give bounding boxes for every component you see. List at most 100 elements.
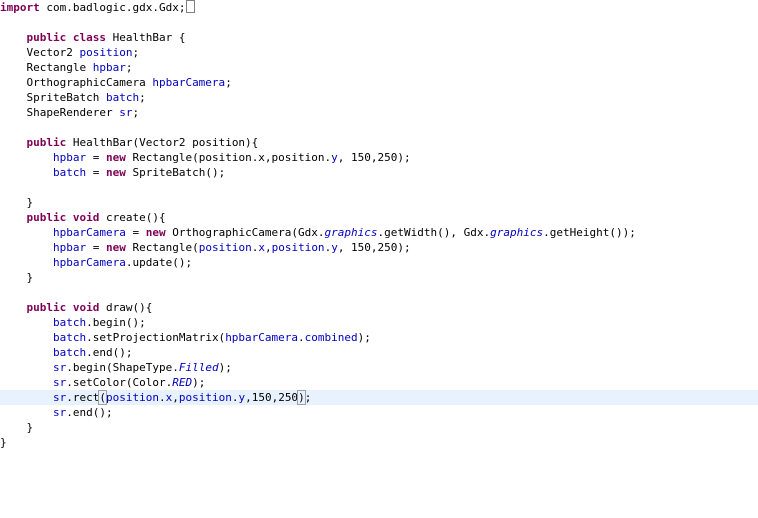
code-text: .setProjectionMatrix( bbox=[86, 331, 226, 344]
code-text: Rectangle( bbox=[125, 241, 199, 254]
code-keyword: public bbox=[26, 136, 67, 149]
code-line[interactable]: Rectangle hpbar; bbox=[0, 60, 758, 75]
code-text: , 150,250); bbox=[337, 151, 411, 164]
code-line[interactable]: hpbar = new Rectangle(position.x,positio… bbox=[0, 150, 758, 165]
code-text: ; bbox=[139, 91, 146, 104]
code-text: .rect bbox=[66, 391, 100, 404]
code-text: } bbox=[0, 196, 34, 209]
code-line[interactable]: public void create(){ bbox=[0, 210, 758, 225]
code-text: ; bbox=[132, 46, 140, 59]
code-line[interactable]: hpbarCamera.update(); bbox=[0, 255, 758, 270]
code-text: ; bbox=[225, 76, 232, 89]
code-text: ; bbox=[304, 391, 312, 404]
code-line[interactable]: public class HealthBar { bbox=[0, 30, 758, 45]
code-line[interactable]: Vector2 position; bbox=[0, 45, 758, 60]
code-line[interactable]: import com.badlogic.gdx.Gdx; bbox=[0, 0, 758, 15]
code-text: ; bbox=[132, 106, 140, 119]
code-keyword: new bbox=[145, 226, 166, 239]
code-field: batch bbox=[52, 331, 87, 344]
code-line[interactable] bbox=[0, 285, 758, 300]
code-text: Vector2 bbox=[0, 46, 80, 59]
code-line[interactable] bbox=[0, 120, 758, 135]
code-line[interactable]: batch.begin(); bbox=[0, 315, 758, 330]
code-line[interactable]: } bbox=[0, 195, 758, 210]
code-line[interactable]: batch.setProjectionMatrix(hpbarCamera.co… bbox=[0, 330, 758, 345]
code-line[interactable]: batch.end(); bbox=[0, 345, 758, 360]
code-text: ); bbox=[192, 376, 206, 389]
code-text: .end(); bbox=[86, 346, 133, 359]
code-text: ShapeRenderer bbox=[0, 106, 120, 119]
code-field: hpbarCamera bbox=[225, 331, 299, 344]
code-text: .getHeight()); bbox=[543, 226, 636, 239]
code-line[interactable]: sr.rect(position.x,position.y,150,250); bbox=[0, 390, 758, 405]
code-text: = bbox=[86, 241, 106, 254]
code-line[interactable]: public HealthBar(Vector2 position){ bbox=[0, 135, 758, 150]
code-line[interactable]: ShapeRenderer sr; bbox=[0, 105, 758, 120]
code-static-field: graphics bbox=[490, 226, 544, 239]
code-field: sr bbox=[52, 406, 67, 419]
code-line[interactable]: OrthographicCamera hpbarCamera; bbox=[0, 75, 758, 90]
code-keyword: void bbox=[72, 211, 100, 224]
code-line[interactable]: batch = new SpriteBatch(); bbox=[0, 165, 758, 180]
code-line[interactable]: sr.begin(ShapeType.Filled); bbox=[0, 360, 758, 375]
code-line[interactable]: } bbox=[0, 435, 758, 450]
code-text: .begin(); bbox=[86, 316, 146, 329]
code-text: } bbox=[0, 271, 34, 284]
code-keyword: void bbox=[72, 301, 100, 314]
code-field: batch bbox=[52, 166, 87, 179]
code-text: .setColor(Color. bbox=[66, 376, 173, 389]
code-text: OrthographicCamera bbox=[0, 76, 153, 89]
code-text: . bbox=[298, 331, 305, 344]
code-text: HealthBar { bbox=[106, 31, 186, 44]
code-line[interactable]: } bbox=[0, 420, 758, 435]
code-text: , bbox=[172, 391, 179, 404]
code-line[interactable]: sr.setColor(Color.RED); bbox=[0, 375, 758, 390]
code-line[interactable]: public void draw(){ bbox=[0, 300, 758, 315]
code-field: position bbox=[79, 46, 133, 59]
code-field: hpbar bbox=[52, 241, 87, 254]
code-line[interactable]: SpriteBatch batch; bbox=[0, 90, 758, 105]
text-cursor bbox=[186, 0, 196, 13]
code-field: y bbox=[331, 241, 338, 254]
code-text: = bbox=[86, 166, 106, 179]
code-field: position bbox=[198, 241, 252, 254]
code-text: .end(); bbox=[66, 406, 113, 419]
code-field: batch bbox=[105, 91, 140, 104]
code-editor[interactable]: import com.badlogic.gdx.Gdx; public clas… bbox=[0, 0, 758, 518]
code-static-field: Filled bbox=[178, 361, 219, 374]
code-line[interactable] bbox=[0, 180, 758, 195]
code-line[interactable]: hpbarCamera = new OrthographicCamera(Gdx… bbox=[0, 225, 758, 240]
code-text: ); bbox=[357, 331, 371, 344]
code-line[interactable]: sr.end(); bbox=[0, 405, 758, 420]
matching-bracket: ) bbox=[297, 390, 306, 405]
code-line[interactable] bbox=[0, 15, 758, 30]
code-line[interactable]: } bbox=[0, 270, 758, 285]
code-static-field: RED bbox=[172, 376, 193, 389]
code-field: hpbarCamera bbox=[52, 256, 126, 269]
code-field: sr bbox=[52, 391, 67, 404]
code-field: x bbox=[258, 241, 265, 254]
code-field: sr bbox=[119, 106, 133, 119]
code-static-field: graphics bbox=[324, 226, 378, 239]
code-text: = bbox=[125, 226, 146, 239]
code-keyword: public bbox=[26, 301, 67, 314]
code-field: sr bbox=[52, 361, 67, 374]
code-field: position bbox=[105, 391, 159, 404]
code-text: } bbox=[0, 421, 34, 434]
code-field: batch bbox=[52, 346, 87, 359]
code-field: hpbar bbox=[52, 151, 87, 164]
code-text: OrthographicCamera(Gdx. bbox=[165, 226, 325, 239]
code-line[interactable]: hpbar = new Rectangle(position.x,positio… bbox=[0, 240, 758, 255]
